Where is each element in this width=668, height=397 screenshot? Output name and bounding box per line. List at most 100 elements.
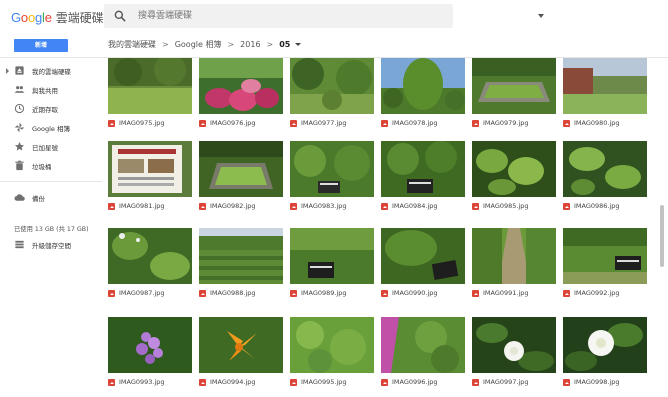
sidebar-item-shared-with-me[interactable]: 與我共用 (0, 82, 102, 98)
photo-thumbnail[interactable] (472, 317, 556, 373)
image-file-icon (199, 290, 206, 297)
pinwheel-icon (14, 122, 25, 133)
image-file-icon (108, 120, 115, 127)
file-name-row: IMAG0992.jpg (563, 289, 647, 299)
sidebar-item-label: Google 相簿 (32, 125, 70, 133)
image-file-icon (108, 379, 115, 386)
expand-arrow-icon[interactable] (6, 68, 9, 74)
sidebar-item-google-photos[interactable]: Google 相簿 (0, 120, 102, 136)
image-file-icon (199, 379, 206, 386)
file-name: IMAG0994.jpg (210, 378, 256, 386)
photo-thumbnail[interactable] (108, 317, 192, 373)
file-name-row: IMAG0977.jpg (290, 119, 374, 129)
file-name-row: IMAG0981.jpg (108, 202, 192, 212)
photo-thumbnail[interactable] (290, 317, 374, 373)
file-name: IMAG0979.jpg (483, 119, 529, 127)
file-name-row: IMAG0997.jpg (472, 378, 556, 388)
breadcrumb-2016[interactable]: 2016 (240, 40, 260, 49)
photo-thumbnail[interactable] (381, 317, 465, 373)
search-bar[interactable] (104, 4, 544, 28)
file-name: IMAG0991.jpg (483, 289, 529, 297)
photo-thumbnail[interactable] (199, 317, 283, 373)
storage-usage-text: 已使用 13 GB (共 17 GB) (14, 226, 89, 233)
breadcrumb-google-photos[interactable]: Google 相簿 (175, 39, 222, 50)
file-name-row: IMAG0993.jpg (108, 378, 192, 388)
sidebar-item-trash[interactable]: 垃圾桶 (0, 158, 102, 174)
file-name-row: IMAG0979.jpg (472, 119, 556, 129)
file-name-row: IMAG0978.jpg (381, 119, 465, 129)
clock-icon (14, 103, 25, 114)
file-name-row: IMAG0986.jpg (563, 202, 647, 212)
breadcrumb-my-drive[interactable]: 我的雲端硬碟 (108, 39, 156, 50)
image-file-icon (563, 290, 570, 297)
file-name: IMAG0980.jpg (574, 119, 620, 127)
photo-thumbnail[interactable] (563, 228, 647, 284)
image-file-icon (290, 290, 297, 297)
photo-thumbnail[interactable] (472, 58, 556, 114)
photo-thumbnail[interactable] (290, 141, 374, 197)
file-name: IMAG0981.jpg (119, 202, 165, 210)
search-icon[interactable] (113, 9, 127, 23)
sidebar-item-recent[interactable]: 近期存取 (0, 101, 102, 117)
photo-thumbnail[interactable] (381, 228, 465, 284)
image-file-icon (563, 379, 570, 386)
file-name-row: IMAG0995.jpg (290, 378, 374, 388)
file-name: IMAG0982.jpg (210, 202, 256, 210)
app-logo[interactable]: Google 雲端硬碟 (11, 9, 104, 26)
sidebar-item-my-drive[interactable]: 我的雲端硬碟 (0, 63, 102, 79)
photo-thumbnail[interactable] (290, 228, 374, 284)
star-icon (14, 141, 25, 151)
file-name: IMAG0989.jpg (301, 289, 347, 297)
file-name-row: IMAG0989.jpg (290, 289, 374, 299)
image-file-icon (381, 120, 388, 127)
image-file-icon (472, 120, 479, 127)
photo-thumbnail[interactable] (472, 141, 556, 197)
photo-thumbnail[interactable] (108, 58, 192, 114)
image-file-icon (199, 203, 206, 210)
photo-thumbnail[interactable] (381, 58, 465, 114)
photo-thumbnail[interactable] (472, 228, 556, 284)
sidebar-item-starred[interactable]: 已加星號 (0, 139, 102, 155)
image-file-icon (290, 379, 297, 386)
photo-thumbnail[interactable] (381, 141, 465, 197)
breadcrumb-current-folder[interactable]: 05 (279, 40, 290, 49)
photo-thumbnail[interactable] (563, 141, 647, 197)
photo-thumbnail[interactable] (199, 228, 283, 284)
file-name: IMAG0988.jpg (210, 289, 256, 297)
photo-thumbnail[interactable] (563, 58, 647, 114)
photo-thumbnail[interactable] (290, 58, 374, 114)
file-name: IMAG0997.jpg (483, 378, 529, 386)
search-options-dropdown-icon[interactable] (538, 14, 544, 18)
image-file-icon (472, 290, 479, 297)
cloud-icon (14, 194, 25, 201)
image-file-icon (381, 290, 388, 297)
photo-thumbnail[interactable] (108, 228, 192, 284)
file-name-row: IMAG0982.jpg (199, 202, 283, 212)
file-name: IMAG0986.jpg (574, 202, 620, 210)
file-name-row: IMAG0987.jpg (108, 289, 192, 299)
file-name: IMAG0976.jpg (210, 119, 256, 127)
sidebar-item-label: 近期存取 (32, 106, 58, 114)
file-name: IMAG0977.jpg (301, 119, 347, 127)
image-file-icon (472, 203, 479, 210)
vertical-scrollbar[interactable] (660, 205, 664, 267)
sidebar-item-label: 已加星號 (32, 144, 58, 152)
image-file-icon (563, 203, 570, 210)
photo-thumbnail[interactable] (199, 58, 283, 114)
file-name-row: IMAG0984.jpg (381, 202, 465, 212)
photo-thumbnail[interactable] (108, 141, 192, 197)
toolbar: 新增 我的雲端硬碟 > Google 相簿 > 2016 > 05 (0, 32, 668, 58)
new-button[interactable]: 新增 (14, 39, 68, 52)
photo-thumbnail[interactable] (199, 141, 283, 197)
file-name-row: IMAG0975.jpg (108, 119, 192, 129)
sidebar-divider (0, 181, 102, 182)
sidebar-item-upgrade-storage[interactable]: 升級儲存空間 (0, 237, 102, 253)
photo-thumbnail[interactable] (563, 317, 647, 373)
sidebar-item-backups[interactable]: 備份 (0, 190, 102, 206)
file-name-row: IMAG0985.jpg (472, 202, 556, 212)
file-name-row: IMAG0998.jpg (563, 378, 647, 388)
search-input[interactable] (138, 8, 418, 24)
breadcrumb-separator: > (227, 40, 235, 49)
google-wordmark: Google (11, 10, 52, 25)
folder-menu-chevron-down-icon[interactable] (295, 43, 302, 46)
